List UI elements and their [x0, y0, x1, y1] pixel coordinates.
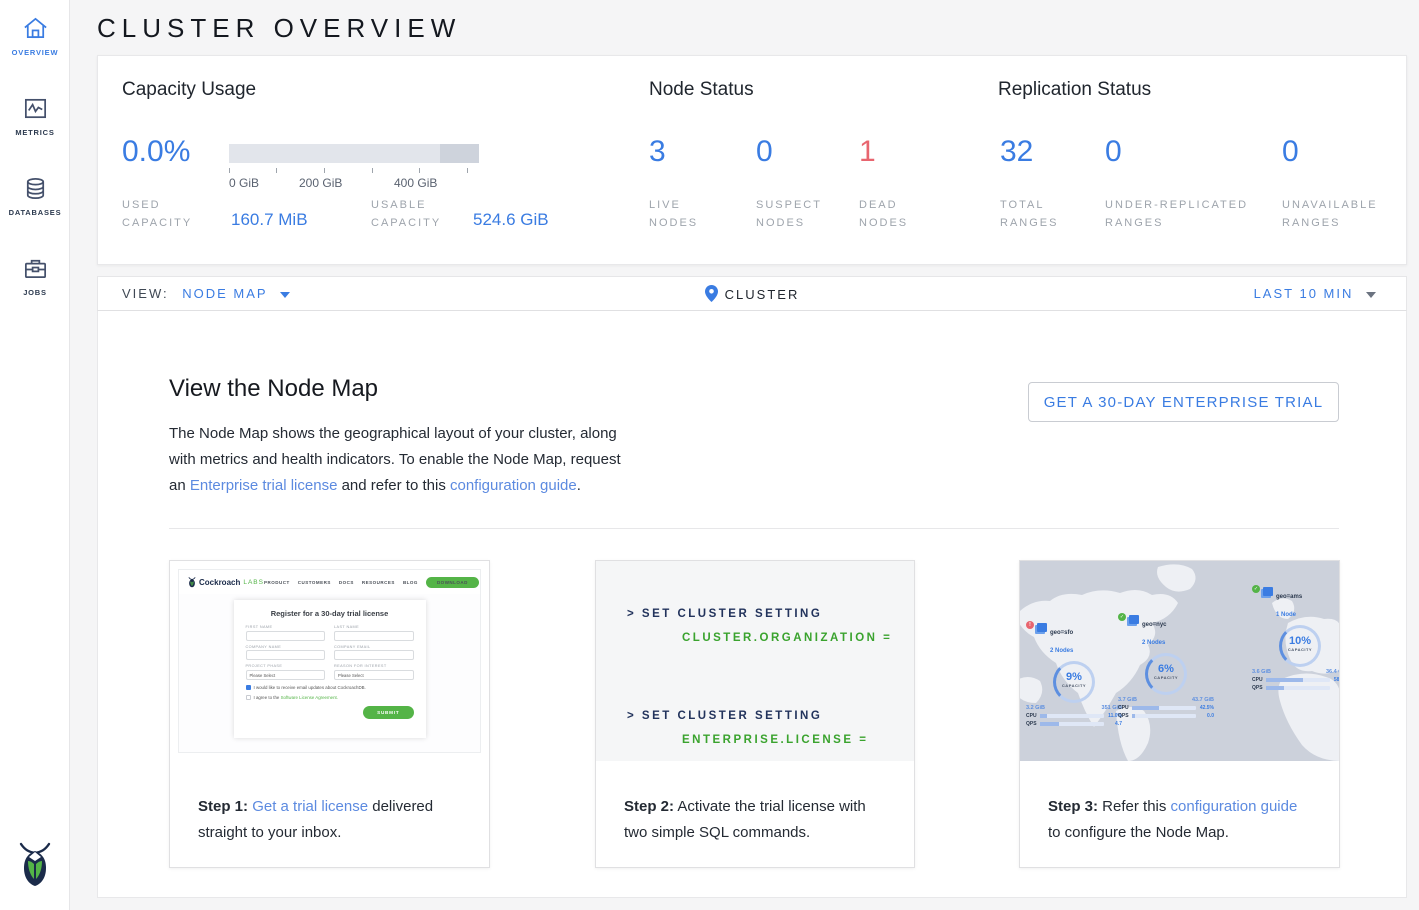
sql-arg-2: ENTERPRISE.LICENSE = [596, 728, 914, 752]
replication-status-title: Replication Status [998, 79, 1151, 101]
total-ranges-label: TOTALRANGES [1000, 196, 1058, 232]
live-nodes-count: 3 [649, 135, 666, 169]
sql-arg-1: CLUSTER.ORGANIZATION = [596, 626, 914, 650]
time-range-value: LAST 10 MIN [1254, 286, 1354, 301]
home-icon [22, 15, 49, 42]
total-ranges-count: 32 [1000, 135, 1033, 169]
sidebar-item-databases[interactable]: DATABASES [0, 175, 70, 253]
enterprise-trial-license-link[interactable]: Enterprise trial license [190, 477, 338, 494]
alert-badge-icon: ! [1026, 621, 1034, 629]
usable-capacity-label: USABLECAPACITY [371, 196, 441, 232]
metrics-icon [22, 95, 49, 122]
section-heading: View the Node Map [169, 375, 378, 403]
capacity-gauge: 6% CAPACITY [1145, 653, 1187, 695]
section-description: The Node Map shows the geographical layo… [169, 421, 639, 499]
map-node-ams: ✓ geo=ams1 Node 10% CAPACITY 3.6 GiB36.4… [1252, 585, 1339, 691]
time-range-selector[interactable]: LAST 10 MIN [1254, 286, 1376, 301]
step-3-caption: Step 3: Refer this configuration guide t… [1020, 761, 1339, 867]
mini-download-button: DOWNLOAD [426, 577, 479, 588]
sidebar-item-label: METRICS [0, 128, 70, 137]
axis-label-0: 0 GiB [229, 176, 259, 190]
database-icon [22, 175, 49, 202]
axis-label-400: 400 GiB [394, 176, 437, 190]
step-1-caption: Step 1: Get a trial license delivered st… [170, 761, 489, 867]
mini-register-form: Register for a 30-day trial license FIRS… [234, 600, 426, 738]
sidebar-item-label: OVERVIEW [0, 48, 70, 57]
node-cube-icon [1263, 587, 1273, 596]
mini-cockroach-logo: Cockroach LABS [188, 577, 264, 588]
dead-nodes-label: DEADNODES [859, 196, 908, 232]
briefcase-icon [22, 255, 49, 282]
node-map-preview-image: ! geo=sfo2 Nodes 9% CAPACITY 3.2 GiB351 … [1020, 561, 1339, 761]
capacity-usage-title: Capacity Usage [122, 79, 256, 101]
usable-capacity-value: 524.6 GiB [473, 210, 549, 230]
bug-icon [188, 577, 196, 588]
capacity-gauge: 10% CAPACITY [1279, 625, 1321, 667]
under-replicated-ranges-label: UNDER-REPLICATEDRANGES [1105, 196, 1248, 232]
chevron-down-icon [1366, 292, 1376, 298]
view-bar: VIEW: NODE MAP CLUSTER LAST 10 MIN [97, 276, 1407, 311]
breadcrumb: CLUSTER [98, 285, 1406, 302]
page-title: CLUSTER OVERVIEW [97, 13, 461, 44]
suspect-nodes-label: SUSPECTNODES [756, 196, 822, 232]
map-node-nyc: ✓ geo=nyc2 Nodes 6% CAPACITY 3.7 GiB43.7… [1118, 613, 1214, 719]
dead-nodes-count: 1 [859, 135, 876, 169]
get-trial-license-link[interactable]: Get a trial license [252, 798, 368, 815]
breadcrumb-label: CLUSTER [725, 287, 800, 302]
used-capacity-label: USEDCAPACITY [122, 196, 192, 232]
used-capacity-value: 160.7 MiB [231, 210, 308, 230]
step-3-card: ! geo=sfo2 Nodes 9% CAPACITY 3.2 GiB351 … [1019, 560, 1340, 868]
map-node-sfo: ! geo=sfo2 Nodes 9% CAPACITY 3.2 GiB351 … [1026, 621, 1122, 727]
sidebar-item-label: DATABASES [0, 208, 70, 217]
get-enterprise-trial-button[interactable]: GET A 30-DAY ENTERPRISE TRIAL [1028, 382, 1339, 422]
mini-submit-button: SUBMIT [363, 706, 413, 719]
capacity-gauge-nonusable [440, 144, 479, 163]
location-pin-icon [705, 285, 718, 302]
sql-preview-image: > SET CLUSTER SETTING CLUSTER.ORGANIZATI… [596, 561, 914, 761]
step-2-caption: Step 2: Activate the trial license with … [596, 761, 914, 867]
mini-nav: PRODUCTCUSTOMERSDOCSRESOURCESBLOG DOWNLO… [264, 577, 479, 588]
ok-badge-icon: ✓ [1252, 585, 1260, 593]
capacity-gauge: 9% CAPACITY [1053, 661, 1095, 703]
register-preview-image: Cockroach LABS PRODUCTCUSTOMERSDOCSRESOU… [170, 561, 489, 761]
node-cube-icon [1129, 615, 1139, 624]
sql-command-2: > SET CLUSTER SETTING [596, 704, 914, 728]
configuration-guide-link[interactable]: configuration guide [1171, 798, 1298, 815]
step-2-card: > SET CLUSTER SETTING CLUSTER.ORGANIZATI… [595, 560, 915, 868]
configuration-guide-link[interactable]: configuration guide [450, 477, 577, 494]
sidebar: OVERVIEW METRICS DATABASES JOBS [0, 0, 70, 910]
capacity-percent: 0.0% [122, 135, 190, 169]
under-replicated-ranges-count: 0 [1105, 135, 1122, 169]
cockroachdb-logo-icon[interactable] [15, 842, 55, 888]
capacity-axis-ticks [229, 168, 479, 173]
node-cube-icon [1037, 623, 1047, 632]
unavailable-ranges-label: UNAVAILABLERANGES [1282, 196, 1378, 232]
capacity-gauge-bar [229, 144, 479, 163]
section-divider [169, 528, 1339, 529]
sidebar-item-metrics[interactable]: METRICS [0, 95, 70, 173]
sidebar-item-jobs[interactable]: JOBS [0, 255, 70, 333]
ok-badge-icon: ✓ [1118, 613, 1126, 621]
sidebar-item-label: JOBS [0, 288, 70, 297]
unavailable-ranges-count: 0 [1282, 135, 1299, 169]
cluster-summary-card: Capacity Usage 0.0% 0 GiB 200 GiB 400 Gi… [97, 55, 1407, 265]
axis-label-200: 200 GiB [299, 176, 342, 190]
node-status-title: Node Status [649, 79, 754, 101]
suspect-nodes-count: 0 [756, 135, 773, 169]
node-map-panel: View the Node Map The Node Map shows the… [97, 311, 1407, 898]
step-1-card: Cockroach LABS PRODUCTCUSTOMERSDOCSRESOU… [169, 560, 490, 868]
live-nodes-label: LIVENODES [649, 196, 698, 232]
sql-command-1: > SET CLUSTER SETTING [596, 602, 914, 626]
sidebar-item-overview[interactable]: OVERVIEW [0, 15, 70, 93]
